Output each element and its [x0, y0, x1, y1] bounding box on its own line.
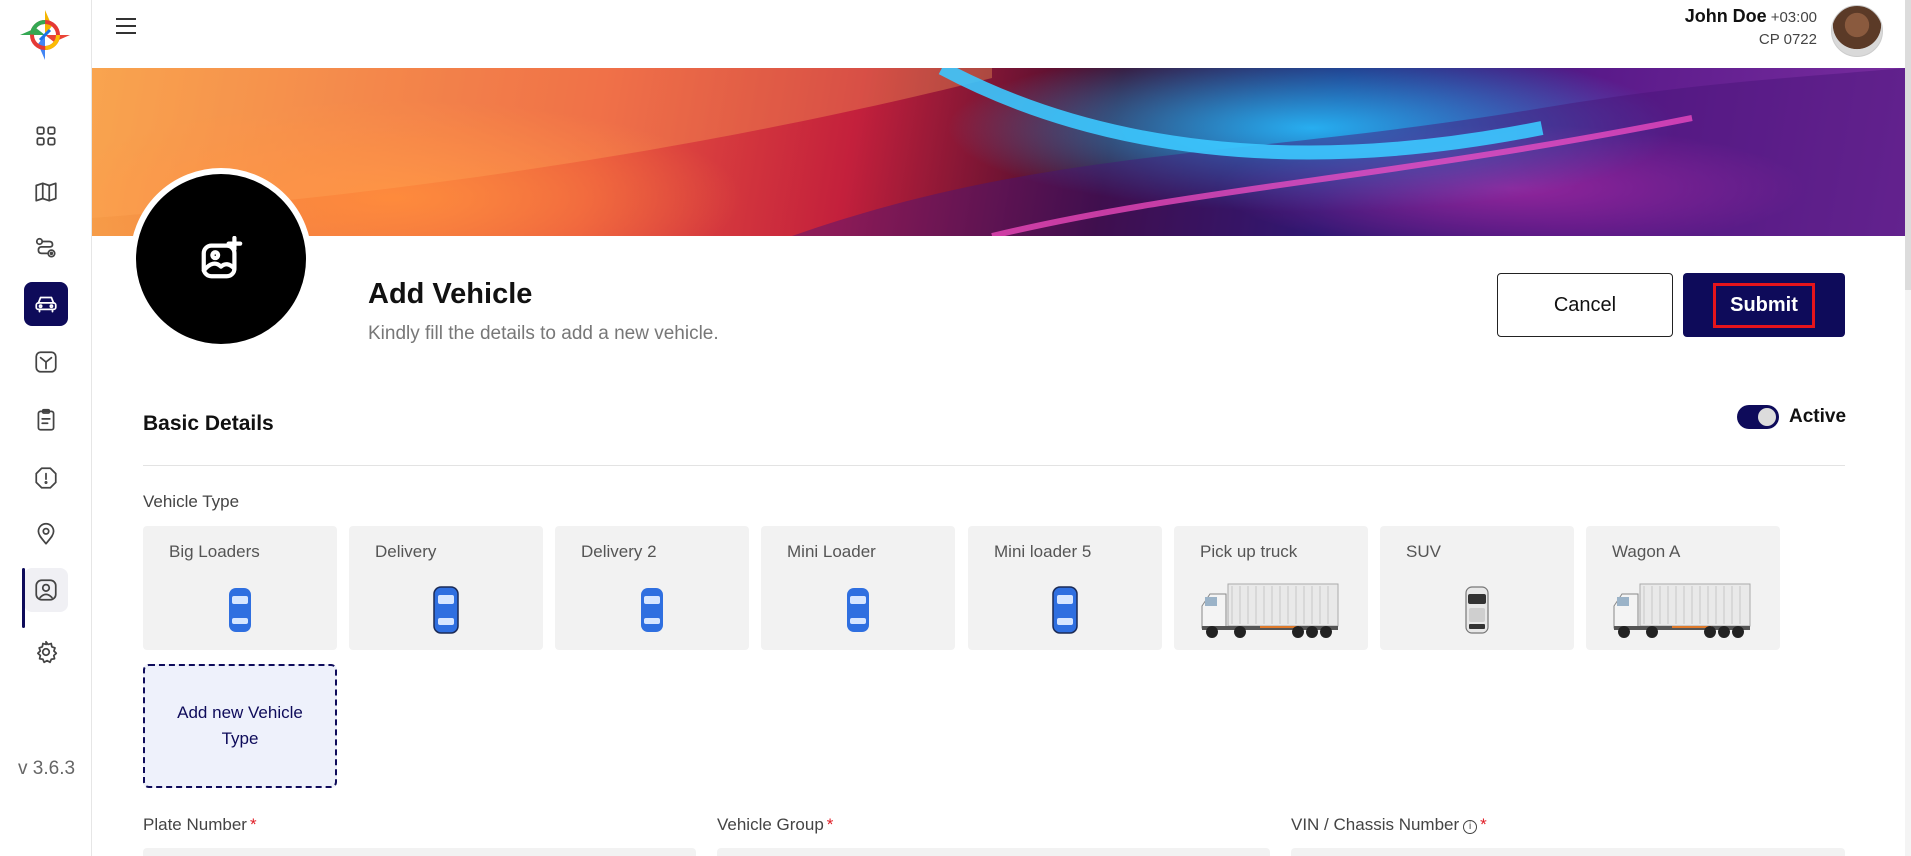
vehicle-type-name: Delivery: [375, 542, 437, 561]
cancel-button[interactable]: Cancel: [1497, 273, 1673, 337]
location-pin-icon: [37, 522, 55, 545]
active-toggle-label: Active: [1789, 406, 1847, 427]
vehicle-type-name: SUV: [1406, 542, 1441, 561]
sidebar-item-map[interactable]: [24, 170, 68, 214]
map-icon: [35, 182, 57, 202]
submit-button[interactable]: Submit: [1683, 273, 1845, 337]
vehicle-type-name: Pick up truck: [1200, 542, 1298, 561]
scrollbar-thumb[interactable]: [1905, 0, 1911, 290]
page-scrollbar[interactable]: [1905, 0, 1911, 856]
required-marker: *: [1480, 815, 1487, 834]
vehicle-type-name: Wagon A: [1612, 542, 1681, 561]
add-vehicle-type-label: Add new Vehicle Type: [177, 703, 303, 748]
vehicle-group-select[interactable]: [717, 848, 1270, 856]
sidebar-item-alerts[interactable]: [24, 456, 68, 500]
axle-icon: [35, 351, 57, 373]
blue-car-icon: [1052, 586, 1078, 634]
sidebar-item-dashboard[interactable]: [24, 114, 68, 158]
grid-icon: [36, 126, 56, 146]
sidebar-item-tires[interactable]: [24, 340, 68, 384]
vin-chassis-label: VIN / Chassis Number i *: [1291, 815, 1487, 834]
vehicle-type-name: Mini Loader: [787, 542, 876, 561]
vehicle-type-card[interactable]: SUV: [1380, 526, 1574, 650]
sidebar-item-vehicles[interactable]: [24, 282, 68, 326]
user-code: CP 0722: [1758, 31, 1817, 48]
vehicle-type-card[interactable]: Delivery: [349, 526, 543, 650]
cover-banner: [92, 68, 1905, 236]
section-title-basic-details: Basic Details: [143, 412, 274, 435]
vehicle-type-label: Vehicle Type: [143, 492, 240, 511]
vehicle-type-card[interactable]: Delivery 2: [555, 526, 749, 650]
blue-car-icon: [229, 588, 251, 632]
add-vehicle-type-button[interactable]: Add new Vehicle Type: [143, 664, 337, 788]
vehicle-type-card[interactable]: Big Loaders: [143, 526, 337, 650]
truck-icon: [1613, 583, 1751, 638]
sidebar-item-routes[interactable]: [24, 226, 68, 270]
info-icon[interactable]: i: [1463, 820, 1478, 834]
vehicle-type-card[interactable]: Mini Loader: [761, 526, 955, 650]
plate-number-label: Plate Number *: [143, 815, 257, 834]
user-name: John Doe: [1684, 6, 1767, 26]
sidebar-item-tasks[interactable]: [24, 398, 68, 442]
page-title: Add Vehicle: [368, 278, 533, 310]
add-image-icon: [201, 236, 243, 279]
route-icon: [35, 237, 56, 258]
alert-shield-icon: [35, 467, 57, 489]
submit-button-label: Submit: [1713, 282, 1815, 328]
toggle-knob: [1758, 408, 1776, 426]
sidebar-item-profile[interactable]: [22, 568, 68, 628]
vin-chassis-input[interactable]: [1291, 848, 1845, 856]
vehicle-photo-upload[interactable]: [130, 168, 312, 350]
vehicle-type-name: Mini loader 5: [994, 542, 1092, 561]
vehicle-type-card[interactable]: Mini loader 5: [968, 526, 1162, 650]
required-marker: *: [826, 815, 834, 834]
vehicle-type-name: Delivery 2: [581, 542, 657, 561]
truck-icon: [1201, 583, 1339, 638]
sidebar-item-locations[interactable]: [24, 512, 68, 556]
required-marker: *: [249, 815, 257, 834]
plate-number-input[interactable]: [143, 848, 696, 856]
vehicle-type-card[interactable]: Wagon A: [1586, 526, 1780, 650]
blue-car-icon: [433, 586, 459, 634]
white-car-icon: [1465, 586, 1489, 634]
vehicle-type-name: Big Loaders: [169, 542, 260, 561]
avatar[interactable]: [1831, 5, 1883, 57]
banner-wave-graphic: [92, 68, 1905, 236]
user-info[interactable]: John Doe +03:00 CP 0722: [1685, 6, 1817, 48]
gear-icon: [37, 640, 58, 664]
blue-car-icon: [641, 588, 663, 632]
blue-car-icon: [847, 588, 869, 632]
sidebar: v 3.6.3: [0, 0, 92, 856]
menu-toggle-icon[interactable]: [116, 18, 138, 36]
page-subtitle: Kindly fill the details to add a new veh…: [368, 323, 719, 344]
active-toggle[interactable]: [1737, 405, 1779, 429]
clipboard-icon: [37, 408, 55, 431]
user-timezone: +03:00: [1770, 9, 1817, 26]
sidebar-item-settings[interactable]: [24, 630, 68, 674]
active-toggle-group: Active: [1737, 405, 1846, 429]
vehicle-type-card[interactable]: Pick up truck: [1174, 526, 1368, 650]
app-logo[interactable]: [16, 6, 74, 64]
app-root: v 3.6.3 John Doe +03:00 CP 0722 Add Vehic…: [0, 0, 1911, 856]
car-icon: [35, 296, 57, 313]
section-divider: [143, 465, 1845, 466]
user-square-icon: [35, 579, 57, 601]
app-version: v 3.6.3: [18, 758, 76, 779]
vehicle-group-label: Vehicle Group *: [717, 815, 834, 834]
top-bar: John Doe +03:00 CP 0722: [92, 0, 1911, 68]
